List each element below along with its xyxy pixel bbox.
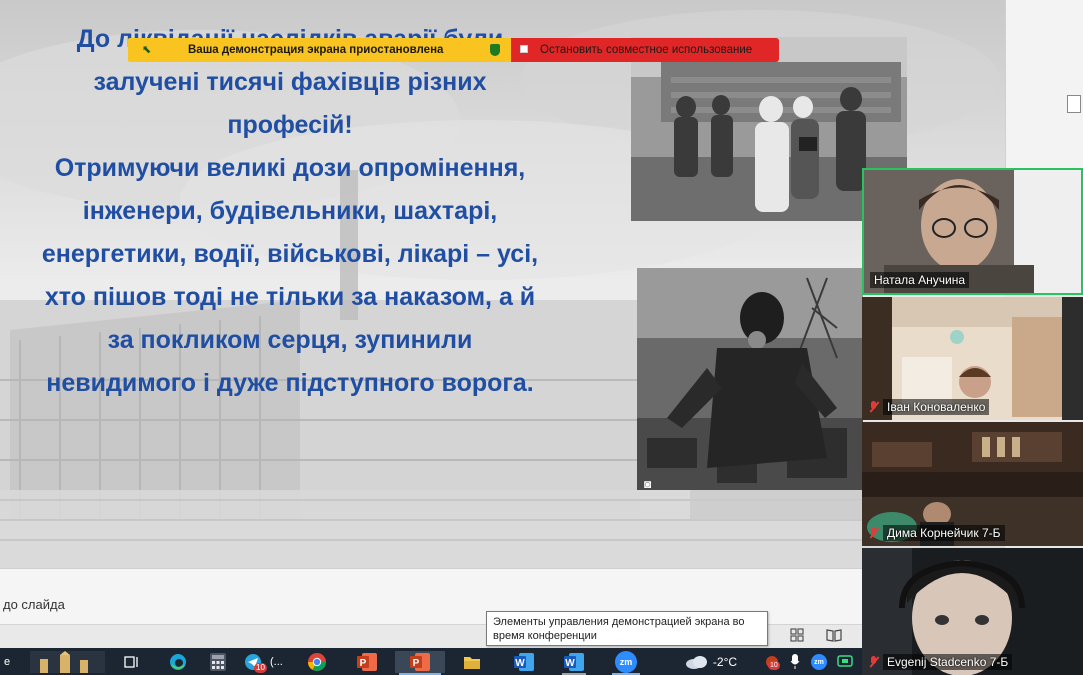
participant-name-tag: Іван Коноваленко [868, 399, 990, 415]
telegram-window-label: (... [270, 656, 283, 668]
word-icon[interactable]: W [508, 651, 540, 673]
telegram-taskbar-item[interactable]: 10 (... [240, 651, 290, 673]
participant-name: Дима Корнейчик 7-Б [883, 525, 1005, 541]
scrollbar-thumb[interactable] [1067, 95, 1081, 113]
tray-badge: 10 [768, 661, 780, 670]
screen: До ліквідації наслідків аварії були залу… [0, 0, 1083, 675]
participant-video[interactable]: Натала Анучина [862, 168, 1083, 295]
slide-text-line: за покликом серця, зупинили [107, 326, 473, 354]
search-box-fragment[interactable]: e [0, 651, 14, 673]
zoom-app-icon[interactable]: zm [608, 651, 644, 675]
mic-muted-icon [868, 400, 879, 414]
mic-muted-icon [868, 655, 879, 669]
svg-text:W: W [565, 658, 575, 669]
share-paused-indicator[interactable]: ⬉ Ваша демонстрация экрана приостановлен… [128, 38, 511, 62]
svg-text:W: W [515, 658, 525, 669]
task-view-icon[interactable] [120, 651, 144, 673]
participant-name-tag: Evgenij Stadcenko 7-Б [868, 654, 1013, 670]
slide-text-line: інженери, будівельники, шахтарі, [82, 197, 498, 225]
participant-name: Іван Коноваленко [883, 399, 990, 415]
powerpoint-icon[interactable]: P [350, 651, 384, 673]
shield-icon [490, 44, 500, 56]
screen-share-banner: ⬉ Ваша демонстрация экрана приостановлен… [128, 38, 779, 62]
weather-widget[interactable]: -2°C [676, 651, 746, 673]
powerpoint-icon: P [410, 653, 430, 671]
participant-video[interactable]: Дима Корнейчик 7-Б [862, 422, 1083, 546]
participant-name-tag: Дима Корнейчик 7-Б [868, 525, 1005, 541]
slide-sorter-view-icon[interactable] [790, 628, 804, 642]
slide-text-line: професій! [227, 111, 353, 139]
participant-video[interactable]: Evgenij Stadcenko 7-Б [862, 548, 1083, 675]
gas-mask-worker-photo [637, 268, 863, 490]
zoom-tray-icon[interactable]: zm [808, 651, 830, 673]
weather-temperature: -2°C [712, 655, 738, 669]
calculator-icon[interactable] [204, 651, 232, 673]
city-widget-icon [30, 651, 105, 673]
participant-name: Натала Анучина [870, 272, 970, 288]
slide-body-text: До ліквідації наслідків аварії були залу… [0, 18, 580, 405]
camera-icon: ◙ [644, 477, 652, 491]
notes-placeholder: до слайда [3, 597, 65, 612]
zoom-tray-label: zm [811, 654, 827, 670]
participant-name: Evgenij Stadcenko 7-Б [883, 654, 1013, 670]
tray-app-icon[interactable]: 10 [762, 651, 782, 673]
stop-square-icon [520, 45, 528, 53]
telegram-badge: 10 [254, 663, 267, 673]
slide-text-line: залучені тисячі фахівців різних [93, 68, 487, 96]
stop-share-button[interactable]: Остановить совместное использование [511, 38, 779, 62]
zoom-icon-label: zm [615, 651, 637, 673]
word-icon[interactable]: W [558, 651, 590, 675]
participant-name-tag: Натала Анучина [870, 272, 970, 288]
pin-icon: ⬉ [142, 44, 152, 56]
slide-text-line: енергетики, водії, військові, лікарі – у… [41, 240, 539, 268]
slide-text-line: невидимого і дуже підступного ворога. [46, 369, 534, 397]
slide-text-line: Отримуючи великі дози опромінення, [54, 154, 526, 182]
share-paused-label: Ваша демонстрация экрана приостановлена [188, 44, 444, 56]
svg-text:P: P [413, 658, 420, 669]
file-explorer-icon[interactable] [458, 651, 486, 673]
participant-video[interactable]: Іван Коноваленко [862, 297, 1083, 420]
screen-share-controls-tooltip: Элементы управления демонстрацией экрана… [486, 611, 768, 646]
taskbar-widget-icon[interactable] [30, 651, 105, 673]
edge-browser-icon[interactable] [164, 651, 192, 673]
reading-view-icon[interactable] [826, 628, 842, 642]
mic-muted-icon [868, 526, 879, 540]
powerpoint-active-window[interactable]: P [395, 651, 445, 675]
slide-scroll-area [1005, 0, 1083, 168]
stop-share-label: Остановить совместное использование [540, 44, 753, 56]
cloud-icon [685, 656, 707, 669]
screen-share-tray-icon[interactable] [834, 651, 856, 673]
slide-text-line: хто пішов тоді не тільки за наказом, а й [44, 283, 536, 311]
microphone-tray-icon[interactable] [786, 651, 804, 673]
presentation-slide: До ліквідації наслідків аварії були залу… [0, 0, 1005, 568]
search-box-text: e [3, 656, 11, 668]
svg-text:P: P [360, 658, 367, 669]
chrome-browser-icon[interactable] [302, 651, 332, 673]
